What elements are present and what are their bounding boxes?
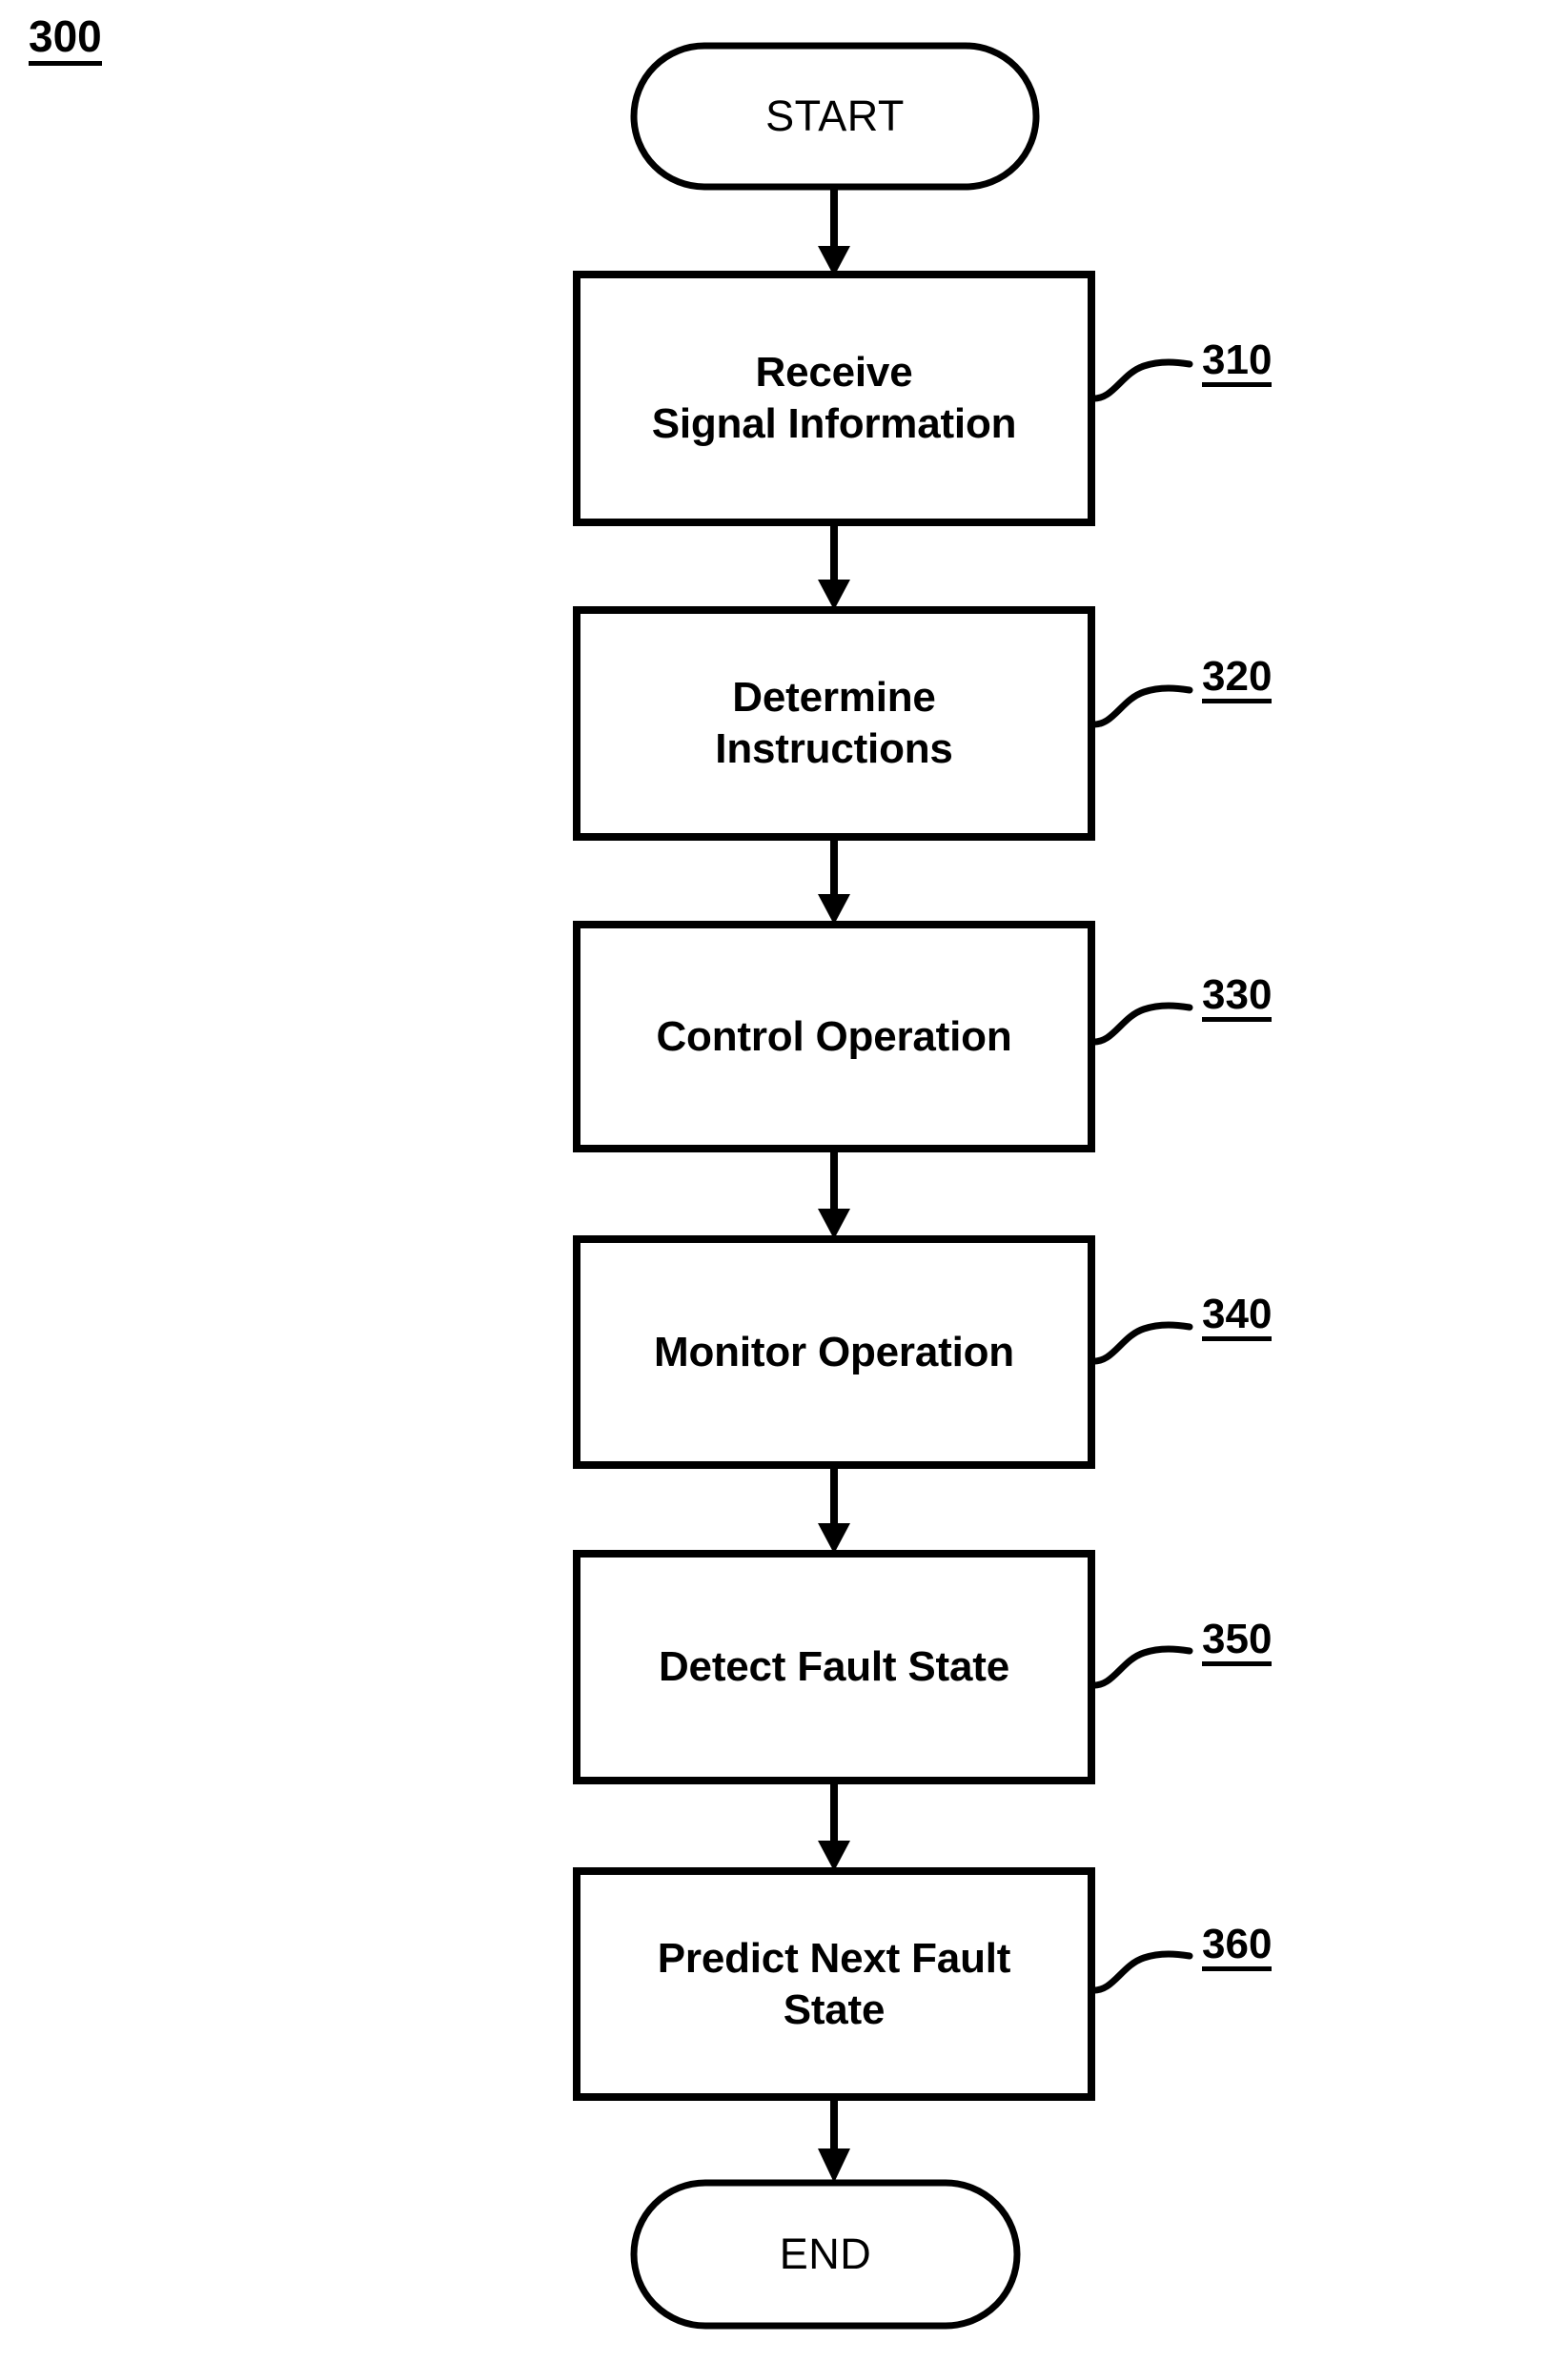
process-box-350 (573, 1550, 1095, 1784)
connector-360-to-end (818, 2097, 850, 2183)
process-box-340 (573, 1235, 1095, 1469)
reference-numeral-330: 330 (1202, 974, 1273, 1022)
process-box-320 (573, 606, 1095, 841)
leader-line-310 (1088, 358, 1193, 402)
flowchart-artwork (573, 42, 1193, 2330)
reference-numeral-350: 350 (1202, 1619, 1273, 1666)
connector-320-to-330 (818, 837, 850, 925)
process-box-310 (573, 271, 1095, 526)
reference-numeral-320: 320 (1202, 656, 1273, 703)
reference-numeral-310: 310 (1202, 339, 1273, 387)
reference-numeral-360: 360 (1202, 1924, 1273, 1971)
reference-numeral-340: 340 (1202, 1293, 1273, 1341)
leader-line-340 (1088, 1321, 1193, 1365)
leader-line-320 (1088, 684, 1193, 728)
process-box-330 (573, 921, 1095, 1152)
start-terminal-shape (630, 42, 1040, 191)
leader-line-350 (1088, 1645, 1193, 1689)
connector-340-to-350 (818, 1465, 850, 1554)
connector-350-to-360 (818, 1781, 850, 1871)
connector-start-to-310 (818, 187, 850, 276)
connector-310-to-320 (818, 522, 850, 610)
leader-line-360 (1088, 1950, 1193, 1994)
connector-330-to-340 (818, 1149, 850, 1239)
figure-page: 300 START Receive Signal Information Det… (0, 0, 1568, 2362)
end-terminal-shape (630, 2179, 1021, 2330)
process-box-360 (573, 1867, 1095, 2101)
leader-line-330 (1088, 1002, 1193, 1046)
